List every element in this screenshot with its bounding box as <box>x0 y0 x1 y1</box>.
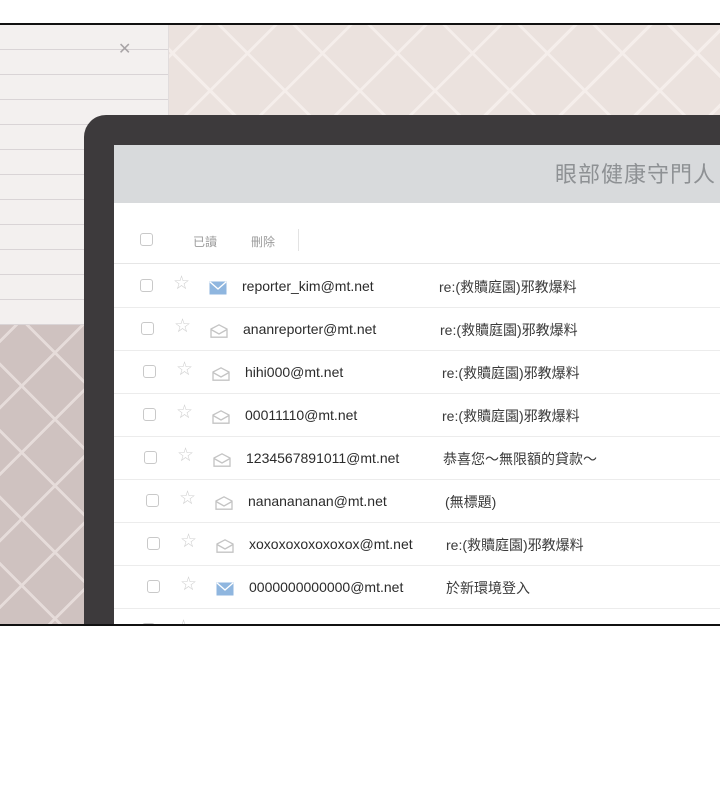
message-checkbox[interactable] <box>143 408 156 421</box>
unread-mail-icon <box>209 281 227 295</box>
message-row[interactable]: ☆ hihi000@mt.net re:(救贖庭園)邪教爆料 <box>114 351 720 394</box>
notepad-x-mark: ✕ <box>118 41 132 58</box>
message-row[interactable]: ☆ xoxoxoxoxoxoxox@mt.net re:(救贖庭園)邪教爆料 <box>114 523 720 566</box>
message-checkbox[interactable] <box>141 322 154 335</box>
message-sender: hihi000@mt.net <box>245 364 344 380</box>
message-row[interactable]: ☆ nananananan@mt.net (無標題) <box>114 480 720 523</box>
message-sender: nnnnnnkkkkkkkksl@mt.net <box>244 622 410 624</box>
message-subject: 恭喜您～無限額的貸款～ <box>443 451 597 467</box>
star-icon[interactable]: ☆ <box>180 575 197 595</box>
star-icon[interactable]: ☆ <box>179 489 196 509</box>
message-subject: 於新環境登入 <box>446 580 530 596</box>
star-icon[interactable]: ☆ <box>177 446 194 466</box>
message-row[interactable]: ☆ 00011110@mt.net re:(救贖庭園)邪教爆料 <box>114 394 720 437</box>
message-sender: 0000000000000@mt.net <box>249 579 404 595</box>
message-row[interactable]: ☆ nnnnnnkkkkkkkksl@mt.net <box>114 609 720 624</box>
message-sender: ananreporter@mt.net <box>243 321 377 337</box>
message-sender: 00011110@mt.net <box>245 407 358 423</box>
message-checkbox[interactable] <box>147 580 160 593</box>
message-row[interactable]: ☆ reporter_kim@mt.net re:(救贖庭園)邪教爆料 <box>114 265 720 308</box>
app-header: 眼部健康守門人 <box>114 145 720 203</box>
message-sender: nananananan@mt.net <box>248 493 387 509</box>
read-mail-icon <box>216 539 234 553</box>
delete-button[interactable]: 刪除 <box>251 233 275 250</box>
message-sender: 1234567891011@mt.net <box>246 450 400 466</box>
mark-read-button[interactable]: 已讀 <box>193 233 217 250</box>
star-icon[interactable]: ☆ <box>174 317 191 337</box>
message-subject: re:(救贖庭園)邪教爆料 <box>442 408 580 424</box>
star-icon[interactable]: ☆ <box>173 274 190 294</box>
read-mail-icon <box>215 496 233 510</box>
message-checkbox[interactable] <box>146 494 159 507</box>
toolbar-divider <box>298 229 299 251</box>
message-checkbox[interactable] <box>142 623 155 624</box>
message-row[interactable]: ☆ 1234567891011@mt.net 恭喜您～無限額的貸款～ <box>114 437 720 480</box>
message-list: ☆ reporter_kim@mt.net re:(救贖庭園)邪教爆料 ☆ ananre… <box>114 265 720 624</box>
message-row[interactable]: ☆ 0000000000000@mt.net 於新環境登入 <box>114 566 720 609</box>
star-icon[interactable]: ☆ <box>175 618 192 625</box>
star-icon[interactable]: ☆ <box>176 403 193 423</box>
message-sender: xoxoxoxoxoxoxox@mt.net <box>249 536 413 552</box>
select-all-checkbox[interactable] <box>140 233 153 246</box>
read-mail-icon <box>212 367 230 381</box>
message-checkbox[interactable] <box>147 537 160 550</box>
app-title: 眼部健康守門人 <box>554 162 716 187</box>
message-subject: re:(救贖庭園)邪教爆料 <box>446 537 584 553</box>
message-sender: reporter_kim@mt.net <box>242 278 374 294</box>
message-subject: (無標題) <box>445 494 497 510</box>
read-mail-icon <box>213 453 231 467</box>
message-checkbox[interactable] <box>140 279 153 292</box>
mail-toolbar: 已讀 刪除 <box>114 215 720 264</box>
message-checkbox[interactable] <box>144 451 157 464</box>
star-icon[interactable]: ☆ <box>176 360 193 380</box>
message-subject: re:(救贖庭園)邪教爆料 <box>439 279 577 295</box>
unread-mail-icon <box>216 582 234 596</box>
message-checkbox[interactable] <box>143 365 156 378</box>
mail-screen: 眼部健康守門人 已讀 刪除 ☆ reporter_kim@mt.net re:(救贖… <box>114 145 720 624</box>
read-mail-icon <box>212 410 230 424</box>
message-subject: re:(救贖庭園)邪教爆料 <box>442 365 580 381</box>
message-row[interactable]: ☆ ananreporter@mt.net re:(救贖庭園)邪教爆料 <box>114 308 720 351</box>
read-mail-icon <box>210 324 228 338</box>
star-icon[interactable]: ☆ <box>180 532 197 552</box>
message-subject: re:(救贖庭園)邪教爆料 <box>440 322 578 338</box>
